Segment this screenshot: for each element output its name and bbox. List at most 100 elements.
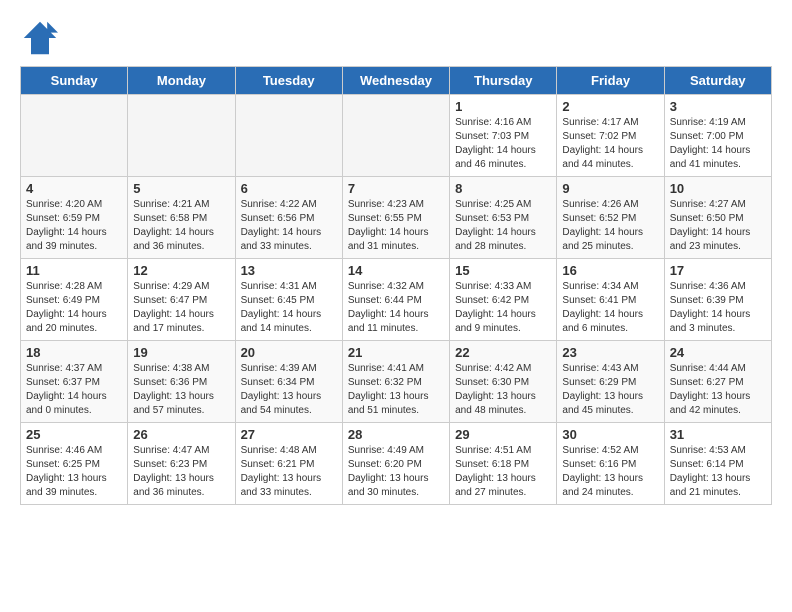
day-info: Sunrise: 4:53 AM Sunset: 6:14 PM Dayligh… bbox=[670, 444, 766, 500]
logo-icon bbox=[22, 20, 58, 56]
day-info: Sunrise: 4:43 AM Sunset: 6:29 PM Dayligh… bbox=[562, 362, 658, 418]
day-number: 29 bbox=[455, 427, 551, 442]
day-info: Sunrise: 4:19 AM Sunset: 7:00 PM Dayligh… bbox=[670, 116, 766, 172]
calendar-day-cell: 11Sunrise: 4:28 AM Sunset: 6:49 PM Dayli… bbox=[21, 259, 128, 341]
day-number: 15 bbox=[455, 263, 551, 278]
day-number: 6 bbox=[241, 181, 337, 196]
calendar-day-header: Friday bbox=[557, 67, 664, 95]
day-number: 22 bbox=[455, 345, 551, 360]
calendar-day-cell: 26Sunrise: 4:47 AM Sunset: 6:23 PM Dayli… bbox=[128, 423, 235, 505]
day-info: Sunrise: 4:31 AM Sunset: 6:45 PM Dayligh… bbox=[241, 280, 337, 336]
day-number: 1 bbox=[455, 99, 551, 114]
calendar-week-row: 1 Sunrise: 4:16 AM Sunset: 7:03 PM Daylig… bbox=[21, 95, 772, 177]
calendar-day-cell: 31 Sunrise: 4:53 AM Sunset: 6:14 PM Dayli… bbox=[664, 423, 771, 505]
logo bbox=[20, 20, 58, 56]
day-info: Sunrise: 4:34 AM Sunset: 6:41 PM Dayligh… bbox=[562, 280, 658, 336]
day-info: Sunrise: 4:27 AM Sunset: 6:50 PM Dayligh… bbox=[670, 198, 766, 254]
calendar-day-cell: 17 Sunrise: 4:36 AM Sunset: 6:39 PM Dayli… bbox=[664, 259, 771, 341]
day-info: Sunrise: 4:23 AM Sunset: 6:55 PM Dayligh… bbox=[348, 198, 444, 254]
calendar-day-cell: 7 Sunrise: 4:23 AM Sunset: 6:55 PM Daylig… bbox=[342, 177, 449, 259]
day-number: 21 bbox=[348, 345, 444, 360]
calendar-day-cell: 2 Sunrise: 4:17 AM Sunset: 7:02 PM Daylig… bbox=[557, 95, 664, 177]
day-info: Sunrise: 4:37 AM Sunset: 6:37 PM Dayligh… bbox=[26, 362, 122, 418]
day-number: 26 bbox=[133, 427, 229, 442]
day-info: Sunrise: 4:51 AM Sunset: 6:18 PM Dayligh… bbox=[455, 444, 551, 500]
calendar-week-row: 18 Sunrise: 4:37 AM Sunset: 6:37 PM Dayli… bbox=[21, 341, 772, 423]
calendar-day-header: Monday bbox=[128, 67, 235, 95]
day-number: 20 bbox=[241, 345, 337, 360]
calendar-day-cell bbox=[235, 95, 342, 177]
calendar-day-cell: 13 Sunrise: 4:31 AM Sunset: 6:45 PM Dayli… bbox=[235, 259, 342, 341]
day-info: Sunrise: 4:52 AM Sunset: 6:16 PM Dayligh… bbox=[562, 444, 658, 500]
calendar-day-cell: 28 Sunrise: 4:49 AM Sunset: 6:20 PM Dayli… bbox=[342, 423, 449, 505]
calendar-day-cell: 5Sunrise: 4:21 AM Sunset: 6:58 PM Daylig… bbox=[128, 177, 235, 259]
calendar-day-header: Saturday bbox=[664, 67, 771, 95]
day-number: 3 bbox=[670, 99, 766, 114]
day-info: Sunrise: 4:17 AM Sunset: 7:02 PM Dayligh… bbox=[562, 116, 658, 172]
page-container: SundayMondayTuesdayWednesdayThursdayFrid… bbox=[0, 0, 792, 515]
calendar-week-row: 11Sunrise: 4:28 AM Sunset: 6:49 PM Dayli… bbox=[21, 259, 772, 341]
calendar-day-cell: 21 Sunrise: 4:41 AM Sunset: 6:32 PM Dayli… bbox=[342, 341, 449, 423]
day-info: Sunrise: 4:29 AM Sunset: 6:47 PM Dayligh… bbox=[133, 280, 229, 336]
calendar-day-cell: 23 Sunrise: 4:43 AM Sunset: 6:29 PM Dayli… bbox=[557, 341, 664, 423]
day-number: 5 bbox=[133, 181, 229, 196]
calendar-day-cell: 3 Sunrise: 4:19 AM Sunset: 7:00 PM Daylig… bbox=[664, 95, 771, 177]
calendar-day-cell: 8Sunrise: 4:25 AM Sunset: 6:53 PM Daylig… bbox=[450, 177, 557, 259]
calendar-day-header: Wednesday bbox=[342, 67, 449, 95]
day-info: Sunrise: 4:32 AM Sunset: 6:44 PM Dayligh… bbox=[348, 280, 444, 336]
calendar-day-cell: 20 Sunrise: 4:39 AM Sunset: 6:34 PM Dayli… bbox=[235, 341, 342, 423]
calendar-header-row: SundayMondayTuesdayWednesdayThursdayFrid… bbox=[21, 67, 772, 95]
calendar-day-cell: 27 Sunrise: 4:48 AM Sunset: 6:21 PM Dayli… bbox=[235, 423, 342, 505]
calendar-day-cell bbox=[342, 95, 449, 177]
day-number: 23 bbox=[562, 345, 658, 360]
calendar-day-cell: 10Sunrise: 4:27 AM Sunset: 6:50 PM Dayli… bbox=[664, 177, 771, 259]
day-info: Sunrise: 4:36 AM Sunset: 6:39 PM Dayligh… bbox=[670, 280, 766, 336]
day-number: 13 bbox=[241, 263, 337, 278]
calendar-week-row: 25Sunrise: 4:46 AM Sunset: 6:25 PM Dayli… bbox=[21, 423, 772, 505]
day-number: 18 bbox=[26, 345, 122, 360]
calendar-day-cell: 16 Sunrise: 4:34 AM Sunset: 6:41 PM Dayli… bbox=[557, 259, 664, 341]
calendar-day-cell: 1 Sunrise: 4:16 AM Sunset: 7:03 PM Daylig… bbox=[450, 95, 557, 177]
calendar-table: SundayMondayTuesdayWednesdayThursdayFrid… bbox=[20, 66, 772, 505]
day-info: Sunrise: 4:44 AM Sunset: 6:27 PM Dayligh… bbox=[670, 362, 766, 418]
calendar-day-cell: 4Sunrise: 4:20 AM Sunset: 6:59 PM Daylig… bbox=[21, 177, 128, 259]
day-info: Sunrise: 4:33 AM Sunset: 6:42 PM Dayligh… bbox=[455, 280, 551, 336]
calendar-day-cell: 24 Sunrise: 4:44 AM Sunset: 6:27 PM Dayli… bbox=[664, 341, 771, 423]
day-number: 7 bbox=[348, 181, 444, 196]
day-info: Sunrise: 4:46 AM Sunset: 6:25 PM Dayligh… bbox=[26, 444, 122, 500]
calendar-week-row: 4Sunrise: 4:20 AM Sunset: 6:59 PM Daylig… bbox=[21, 177, 772, 259]
header bbox=[20, 20, 772, 56]
day-info: Sunrise: 4:16 AM Sunset: 7:03 PM Dayligh… bbox=[455, 116, 551, 172]
calendar-day-cell: 25Sunrise: 4:46 AM Sunset: 6:25 PM Dayli… bbox=[21, 423, 128, 505]
calendar-day-cell: 19 Sunrise: 4:38 AM Sunset: 6:36 PM Dayli… bbox=[128, 341, 235, 423]
day-number: 17 bbox=[670, 263, 766, 278]
day-number: 31 bbox=[670, 427, 766, 442]
day-info: Sunrise: 4:25 AM Sunset: 6:53 PM Dayligh… bbox=[455, 198, 551, 254]
day-info: Sunrise: 4:39 AM Sunset: 6:34 PM Dayligh… bbox=[241, 362, 337, 418]
day-number: 28 bbox=[348, 427, 444, 442]
day-number: 2 bbox=[562, 99, 658, 114]
calendar-day-cell: 30 Sunrise: 4:52 AM Sunset: 6:16 PM Dayli… bbox=[557, 423, 664, 505]
calendar-day-header: Thursday bbox=[450, 67, 557, 95]
day-number: 16 bbox=[562, 263, 658, 278]
calendar-day-cell: 9Sunrise: 4:26 AM Sunset: 6:52 PM Daylig… bbox=[557, 177, 664, 259]
calendar-day-cell: 18 Sunrise: 4:37 AM Sunset: 6:37 PM Dayli… bbox=[21, 341, 128, 423]
day-number: 19 bbox=[133, 345, 229, 360]
calendar-day-cell: 15 Sunrise: 4:33 AM Sunset: 6:42 PM Dayli… bbox=[450, 259, 557, 341]
day-number: 27 bbox=[241, 427, 337, 442]
day-info: Sunrise: 4:20 AM Sunset: 6:59 PM Dayligh… bbox=[26, 198, 122, 254]
day-number: 12 bbox=[133, 263, 229, 278]
day-info: Sunrise: 4:41 AM Sunset: 6:32 PM Dayligh… bbox=[348, 362, 444, 418]
day-info: Sunrise: 4:38 AM Sunset: 6:36 PM Dayligh… bbox=[133, 362, 229, 418]
calendar-day-cell: 6Sunrise: 4:22 AM Sunset: 6:56 PM Daylig… bbox=[235, 177, 342, 259]
calendar-day-cell bbox=[21, 95, 128, 177]
day-info: Sunrise: 4:28 AM Sunset: 6:49 PM Dayligh… bbox=[26, 280, 122, 336]
day-info: Sunrise: 4:42 AM Sunset: 6:30 PM Dayligh… bbox=[455, 362, 551, 418]
day-number: 30 bbox=[562, 427, 658, 442]
day-info: Sunrise: 4:49 AM Sunset: 6:20 PM Dayligh… bbox=[348, 444, 444, 500]
calendar-day-cell: 22 Sunrise: 4:42 AM Sunset: 6:30 PM Dayli… bbox=[450, 341, 557, 423]
day-info: Sunrise: 4:26 AM Sunset: 6:52 PM Dayligh… bbox=[562, 198, 658, 254]
day-number: 14 bbox=[348, 263, 444, 278]
day-info: Sunrise: 4:48 AM Sunset: 6:21 PM Dayligh… bbox=[241, 444, 337, 500]
day-number: 24 bbox=[670, 345, 766, 360]
